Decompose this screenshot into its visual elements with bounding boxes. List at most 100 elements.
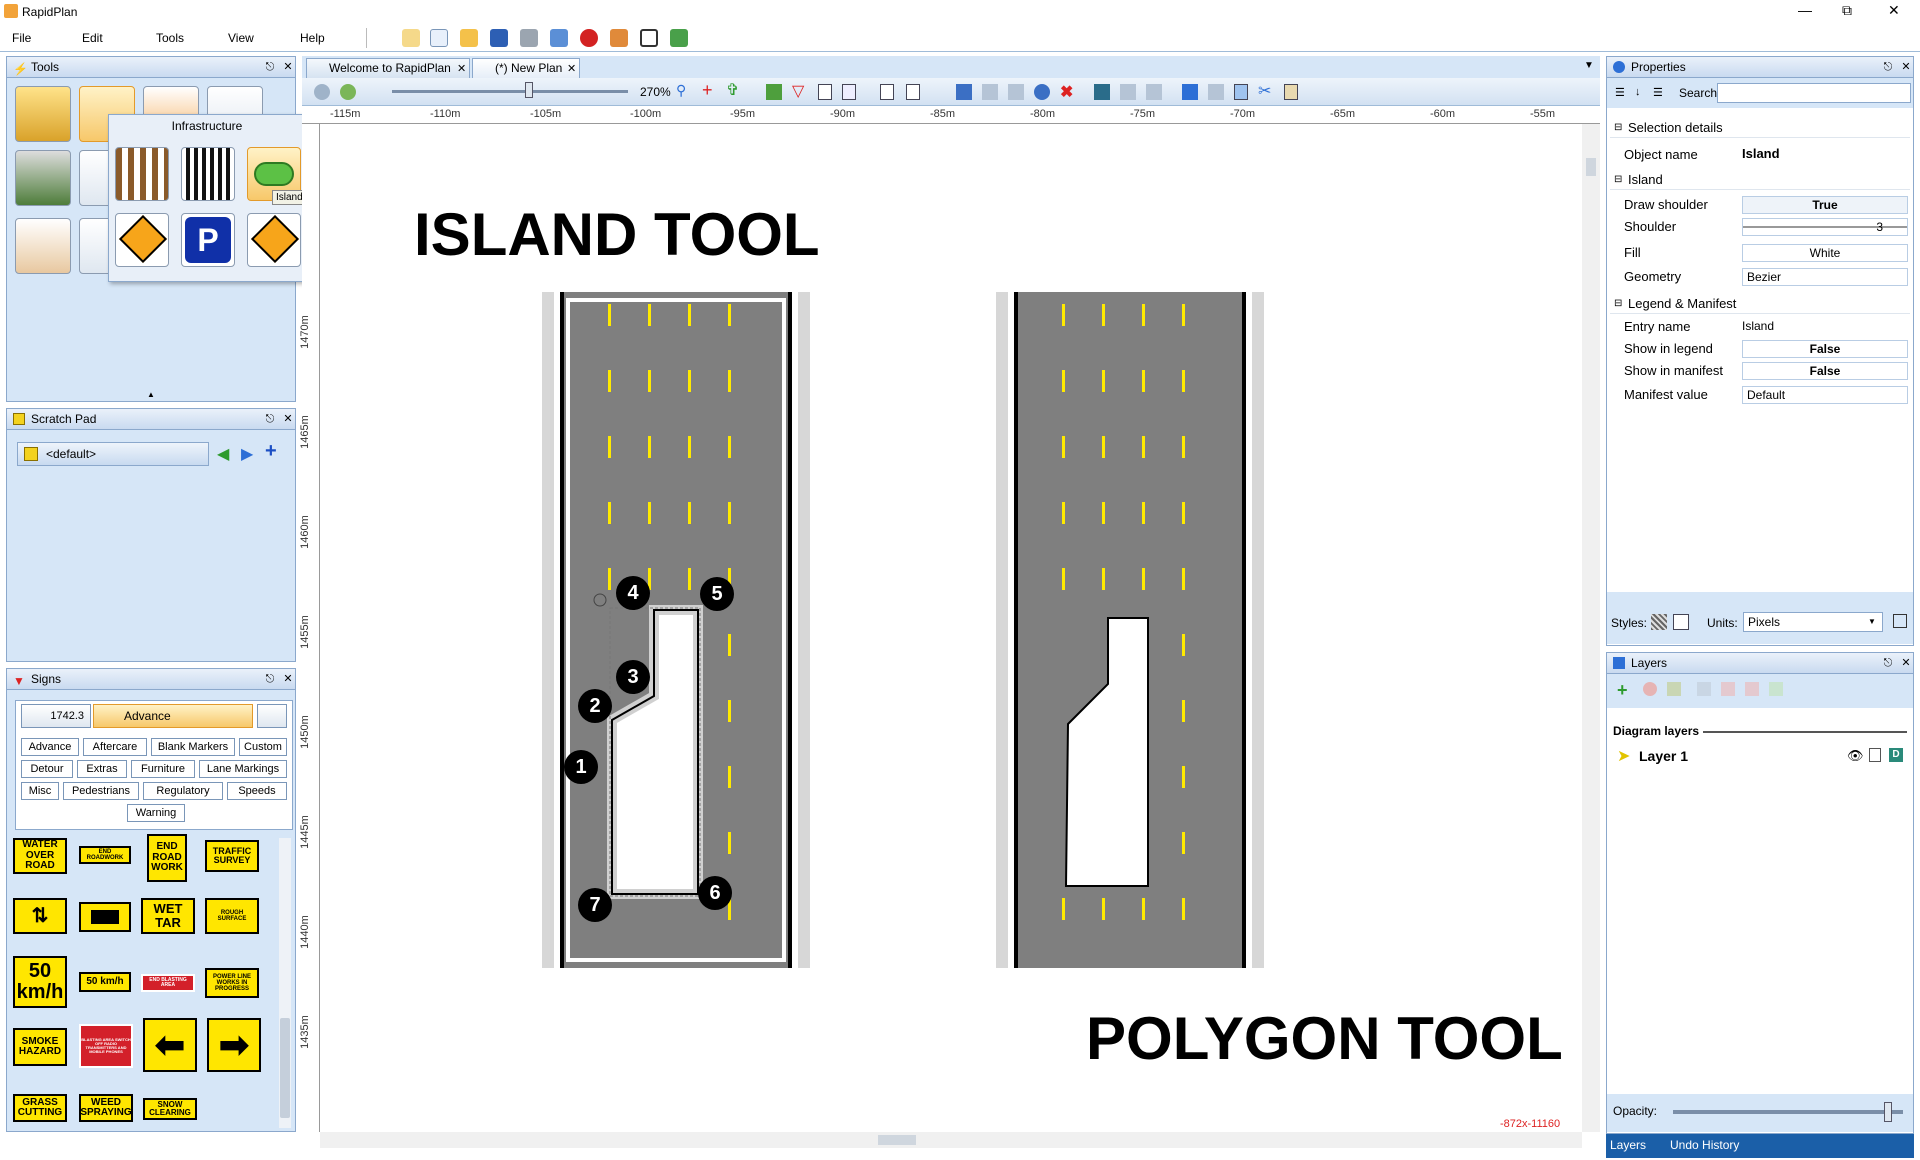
tab-list-icon[interactable]: ▼ <box>1584 60 1594 71</box>
close-icon[interactable]: ✕ <box>281 672 295 686</box>
copy-icon[interactable] <box>1234 84 1248 100</box>
stop-icon[interactable] <box>580 29 598 47</box>
layer-down-icon[interactable] <box>1721 682 1735 696</box>
collapse-icon[interactable]: ⊟ <box>1614 294 1622 314</box>
distribute-icon[interactable] <box>1008 84 1024 100</box>
cut-icon[interactable]: ✂ <box>1258 81 1271 101</box>
layer-name[interactable]: Layer 1 <box>1639 748 1688 764</box>
signs-blank-markers-button[interactable]: Blank Markers <box>151 738 235 756</box>
menu-file[interactable]: File <box>12 31 31 45</box>
close-icon[interactable]: ✕ <box>1899 656 1913 670</box>
sign-blasting-area[interactable]: BLASTING AREA SWITCH OFF RADIO TRANSMITT… <box>79 1024 133 1068</box>
paste-icon[interactable] <box>1284 84 1298 100</box>
sort-icon[interactable]: ↓ <box>1635 86 1641 98</box>
redo-icon[interactable] <box>1208 84 1224 100</box>
lock-icon[interactable] <box>1869 748 1881 762</box>
sign-end-road-work[interactable]: END ROAD WORK <box>147 834 187 882</box>
prop-value[interactable]: False <box>1742 362 1908 380</box>
tab-layers[interactable]: Layers <box>1610 1138 1646 1152</box>
prop-value[interactable]: White <box>1742 244 1908 262</box>
menu-tools[interactable]: Tools <box>156 31 184 45</box>
close-icon[interactable]: ✕ <box>281 412 295 426</box>
menu-view[interactable]: View <box>228 31 254 45</box>
prop-value[interactable]: Island <box>1742 318 1908 336</box>
group-icon[interactable] <box>1120 84 1136 100</box>
list-icon[interactable] <box>818 84 832 100</box>
fit-icon[interactable]: ✞ <box>726 80 739 100</box>
globe-icon[interactable] <box>314 84 330 100</box>
exit-icon[interactable] <box>670 29 688 47</box>
sign-grass-cutting[interactable]: GRASS CUTTING <box>13 1094 67 1122</box>
tab-welcome[interactable]: Welcome to RapidPlan ✕ <box>306 58 470 78</box>
signs-scrollbar[interactable] <box>279 838 291 1128</box>
units-select[interactable]: Pixels ▼ <box>1743 612 1883 632</box>
pin-icon[interactable]: ⎋ <box>263 672 277 686</box>
sign-rough-surface[interactable]: ROUGH SURFACE <box>205 898 259 934</box>
signs-lane-markings-button[interactable]: Lane Markings <box>199 760 287 778</box>
sign-traffic-survey[interactable]: TRAFFIC SURVEY <box>205 840 259 872</box>
parking-tile[interactable]: P <box>181 213 235 267</box>
style-picker-icon[interactable] <box>1673 614 1689 630</box>
remove-layer-icon[interactable] <box>1643 682 1657 696</box>
export-icon[interactable] <box>550 29 568 47</box>
zoom-slider-thumb[interactable] <box>525 82 533 98</box>
pin-icon[interactable]: ⎋ <box>263 412 277 426</box>
collapse-icon[interactable]: ⊟ <box>1614 170 1622 190</box>
signs-speeds-button[interactable]: Speeds <box>227 782 287 800</box>
signs-pedestrians-button[interactable]: Pedestrians <box>63 782 139 800</box>
add-icon[interactable]: + <box>265 440 277 463</box>
open-wizard-icon[interactable] <box>402 29 420 47</box>
zoom-search-icon[interactable]: ⚲ <box>676 82 686 99</box>
close-icon[interactable]: ✕ <box>281 60 295 74</box>
sign-50-kmh-small[interactable]: 50 km/h <box>79 972 131 992</box>
default-layer-icon[interactable]: D <box>1889 748 1903 762</box>
signs-custom-button[interactable]: Custom <box>239 738 287 756</box>
menu-help[interactable]: Help <box>300 31 325 45</box>
canvas-vscroll[interactable] <box>1582 124 1600 1132</box>
arrange-icon[interactable] <box>956 84 972 100</box>
polygon-tool[interactable] <box>15 218 71 274</box>
visibility-icon[interactable]: 👁 <box>1847 748 1864 764</box>
signs-warning-button[interactable]: Warning <box>127 804 185 822</box>
opacity-slider-thumb[interactable] <box>1883 1102 1892 1122</box>
binoculars-icon[interactable] <box>257 704 287 728</box>
collapse-icon[interactable]: ⊟ <box>1614 118 1622 138</box>
categorized-icon[interactable]: ☰ <box>1615 86 1625 99</box>
image-icon[interactable] <box>766 84 782 100</box>
close-icon[interactable]: ✕ <box>1888 2 1900 19</box>
align-icon[interactable] <box>982 84 998 100</box>
section-island[interactable]: ⊟ Island <box>1610 170 1910 190</box>
new-file-icon[interactable] <box>430 29 448 47</box>
minimize-icon[interactable]: — <box>1798 2 1812 18</box>
category-select[interactable]: Advance <box>93 704 253 728</box>
checkbox-icon[interactable] <box>640 29 658 47</box>
section-selection-details[interactable]: ⊟ Selection details <box>1610 118 1910 138</box>
sign-wet-tar[interactable]: WET TAR <box>141 898 195 934</box>
crosshair-icon[interactable]: + <box>702 80 713 101</box>
section-legend-manifest[interactable]: ⊟ Legend & Manifest <box>1610 294 1910 314</box>
signs-detour-button[interactable]: Detour <box>21 760 73 778</box>
back-arrow-icon[interactable]: ◀ <box>217 444 229 464</box>
terrain-tool[interactable] <box>15 150 71 206</box>
prop-value[interactable]: True <box>1742 196 1908 214</box>
tab-undo-history[interactable]: Undo History <box>1670 1138 1739 1152</box>
signs-extras-button[interactable]: Extras <box>77 760 127 778</box>
signs-advance-button[interactable]: Advance <box>21 738 79 756</box>
restore-icon[interactable]: ⧉ <box>1842 2 1852 19</box>
prop-value[interactable]: Bezier <box>1742 268 1908 286</box>
sign-two-way[interactable]: ⇅ <box>13 898 67 934</box>
road-tool[interactable] <box>15 86 71 142</box>
signs-misc-button[interactable]: Misc <box>21 782 59 800</box>
signs-regulatory-button[interactable]: Regulatory <box>143 782 223 800</box>
print-icon[interactable] <box>520 29 538 47</box>
rotate-icon[interactable] <box>1034 84 1050 100</box>
page-icon[interactable] <box>880 84 894 100</box>
flip-icon[interactable] <box>1094 84 1110 100</box>
close-icon[interactable]: ✕ <box>567 60 576 78</box>
layer-up-icon[interactable] <box>1697 682 1711 696</box>
map-icon[interactable] <box>340 84 356 100</box>
hscroll-thumb[interactable] <box>878 1135 916 1145</box>
drawing-canvas[interactable]: ISLAND TOOL POLYGON TOOL 1 2 3 4 5 6 7 -… <box>320 124 1582 1132</box>
pedestrian-warning-tile[interactable] <box>247 213 301 267</box>
zoom-slider[interactable] <box>392 90 628 93</box>
